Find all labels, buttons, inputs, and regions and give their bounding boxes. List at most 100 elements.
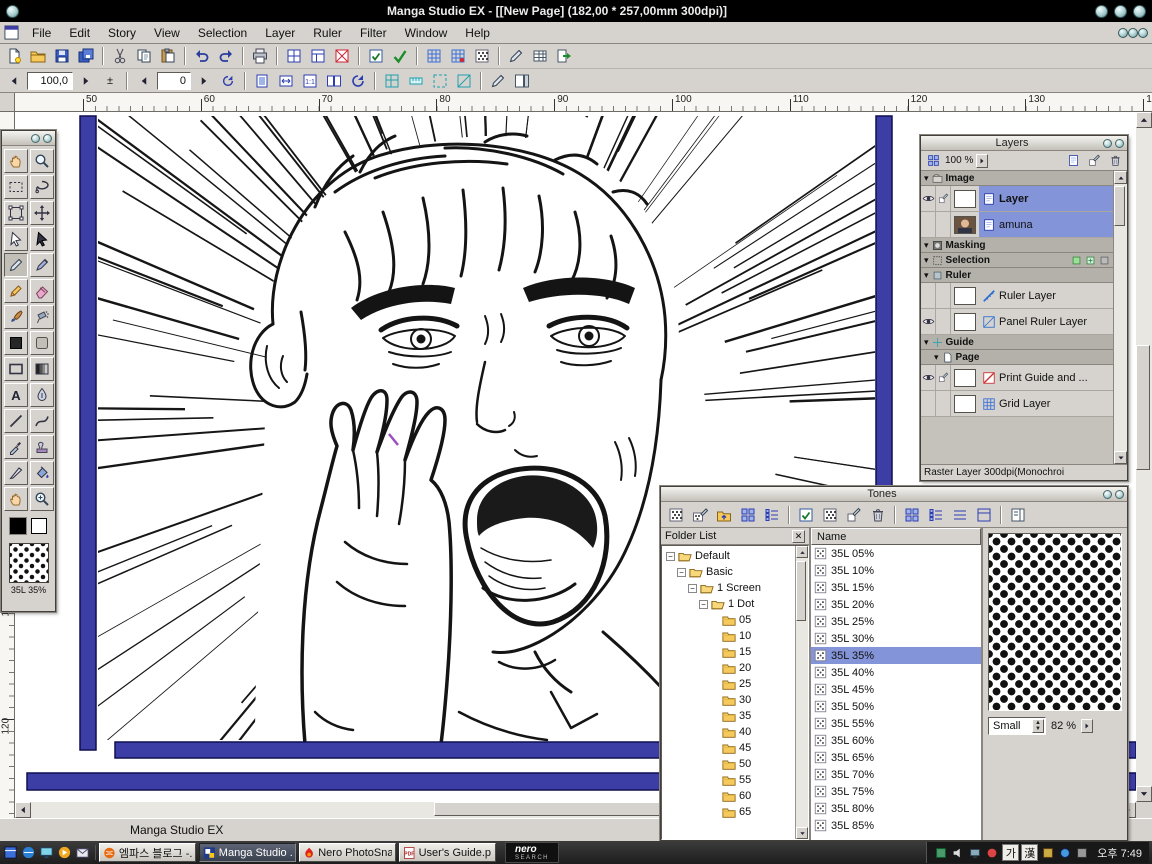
- collapse-arrow-icon[interactable]: ▾: [934, 353, 939, 362]
- tool-cursor-white[interactable]: [4, 227, 28, 251]
- tone-item-35l-25[interactable]: 35L 25%: [811, 613, 981, 630]
- preview-zoom-value[interactable]: 82 %: [1051, 720, 1076, 732]
- tones-view-list-button[interactable]: [761, 504, 783, 526]
- h-scroll-thumb[interactable]: [434, 802, 663, 816]
- tool-tone-dark[interactable]: [4, 331, 28, 355]
- tree-item-1-screen[interactable]: −1 Screen: [664, 580, 795, 596]
- quicklaunch-ql-mail[interactable]: [75, 845, 90, 860]
- tones-palette-titlebar[interactable]: Tones: [661, 487, 1127, 502]
- palette-collapse-icon[interactable]: [1103, 139, 1112, 148]
- background-color-swatch[interactable]: [31, 518, 47, 534]
- layer-thumbnail[interactable]: [954, 190, 976, 208]
- tray-tray-g-icon[interactable]: [1075, 846, 1089, 860]
- tool-magnifier[interactable]: [30, 149, 54, 173]
- tones-tone-swatch-button[interactable]: [819, 504, 841, 526]
- taskbar-button-user-s-guide-p[interactable]: PDFUser's Guide.p...: [399, 843, 496, 862]
- tones-checkbox-button[interactable]: [795, 504, 817, 526]
- tree-item-65[interactable]: 65: [664, 804, 795, 820]
- layer-row-print-guide-and[interactable]: Print Guide and ...: [921, 365, 1113, 391]
- tree-item-1-dot[interactable]: −1 Dot: [664, 596, 795, 612]
- layer-thumbnail[interactable]: [954, 395, 976, 413]
- zoom-in-step-button[interactable]: [75, 70, 97, 92]
- tool-pencil[interactable]: [4, 279, 28, 303]
- layer-opacity-value[interactable]: 100 %: [945, 155, 973, 166]
- menu-selection[interactable]: Selection: [189, 23, 256, 43]
- tone-item-35l-05[interactable]: 35L 05%: [811, 545, 981, 562]
- toolbar-grid-blue-button[interactable]: [423, 45, 445, 67]
- taskbar-button-manga-studio[interactable]: Manga Studio ...: [199, 843, 296, 862]
- tone-item-35l-65[interactable]: 35L 65%: [811, 749, 981, 766]
- tool-hand-alt[interactable]: [4, 487, 28, 511]
- toolbar-snap-grid-button[interactable]: [447, 45, 469, 67]
- tray-tray-b-icon[interactable]: [951, 846, 965, 860]
- tool-eyedrop[interactable]: [4, 435, 28, 459]
- tool-stamp[interactable]: [30, 435, 54, 459]
- edit-layer-button[interactable]: [1085, 152, 1103, 170]
- menu-file[interactable]: File: [23, 23, 60, 43]
- nero-search-widget[interactable]: nero SEARCH: [505, 842, 559, 863]
- child-minimize-icon[interactable]: [1118, 28, 1128, 38]
- window-menu-icon[interactable]: [6, 5, 19, 18]
- layer-row-panel-ruler-layer[interactable]: Panel Ruler Layer: [921, 309, 1113, 335]
- tree-item-60[interactable]: 60: [664, 788, 795, 804]
- tree-item-05[interactable]: 05: [664, 612, 795, 628]
- expander-icon[interactable]: −: [688, 584, 697, 593]
- tones-tone-apply-button[interactable]: [689, 504, 711, 526]
- tool-move[interactable]: [30, 201, 54, 225]
- tree-item-10[interactable]: 10: [664, 628, 795, 644]
- zoom-out-step-button[interactable]: [3, 70, 25, 92]
- menu-story[interactable]: Story: [99, 23, 145, 43]
- tool-curve-tool[interactable]: [30, 409, 54, 433]
- layer-section-selection[interactable]: ▾Selection: [921, 253, 1113, 268]
- layer-thumbnail[interactable]: [954, 369, 976, 387]
- toolbar-undo-button[interactable]: [191, 45, 213, 67]
- toolbar-fit-width-button[interactable]: [275, 70, 297, 92]
- tool-gradient[interactable]: [30, 357, 54, 381]
- tones-vm-1-button[interactable]: [901, 504, 923, 526]
- child-close-icon[interactable]: [1138, 28, 1148, 38]
- layer-thumbnail[interactable]: [954, 287, 976, 305]
- tool-cursor-black[interactable]: [30, 227, 54, 251]
- toolbar-toggle-ruler-button[interactable]: [405, 70, 427, 92]
- layer-name[interactable]: Panel Ruler Layer: [979, 309, 1113, 334]
- tool-knife[interactable]: [4, 461, 28, 485]
- tool-pen[interactable]: [4, 253, 28, 277]
- scroll-up-icon[interactable]: [796, 546, 808, 558]
- toolbar-table-view-button[interactable]: [529, 45, 551, 67]
- layer-section-guide[interactable]: ▾Guide: [921, 335, 1113, 350]
- toolbar-new-page-button[interactable]: [3, 45, 25, 67]
- tool-shape-rect[interactable]: [4, 357, 28, 381]
- layer-row-ruler-layer[interactable]: Ruler Layer: [921, 283, 1113, 309]
- minimize-icon[interactable]: [1095, 5, 1108, 18]
- edit-cell[interactable]: [936, 365, 951, 390]
- tool-pan-hand[interactable]: [4, 149, 28, 173]
- visibility-cell[interactable]: [921, 391, 936, 416]
- tone-list-header[interactable]: Name: [811, 528, 981, 545]
- toolbar-toggle-grid-button[interactable]: [381, 70, 403, 92]
- tool-transform[interactable]: [4, 201, 28, 225]
- layer-thumbnail[interactable]: [954, 216, 976, 234]
- toolbar-panel-red-button[interactable]: [331, 45, 353, 67]
- tone-item-35l-50[interactable]: 35L 50%: [811, 698, 981, 715]
- toolbar-panel-blue-button[interactable]: [283, 45, 305, 67]
- scroll-left-icon[interactable]: [15, 802, 31, 818]
- toolbar-check-green-button[interactable]: [389, 45, 411, 67]
- tray-tray-a-icon[interactable]: [934, 846, 948, 860]
- tray-tray-f-icon[interactable]: [1058, 846, 1072, 860]
- layer-row-layer[interactable]: Layer: [921, 186, 1113, 212]
- collapse-arrow-icon[interactable]: ▾: [924, 338, 929, 347]
- tone-item-35l-75[interactable]: 35L 75%: [811, 783, 981, 800]
- tree-item-default[interactable]: −Default: [664, 548, 795, 564]
- tool-tone-gray[interactable]: [30, 331, 54, 355]
- scroll-down-icon[interactable]: [1136, 786, 1152, 802]
- layers-scroll-thumb[interactable]: [1114, 186, 1125, 226]
- expander-icon[interactable]: −: [699, 600, 708, 609]
- collapse-arrow-icon[interactable]: ▾: [924, 271, 929, 280]
- layer-section-image[interactable]: ▾Image: [921, 171, 1113, 186]
- quicklaunch-ql-ie[interactable]: [21, 845, 36, 860]
- quicklaunch-ql-desktop[interactable]: [39, 845, 54, 860]
- tone-item-35l-35[interactable]: 35L 35%: [811, 647, 981, 664]
- preview-zoom-arrow-icon[interactable]: [1081, 719, 1093, 733]
- taskbar-button-nero-photosna[interactable]: Nero PhotoSna...: [299, 843, 396, 862]
- folder-tree-scrollbar[interactable]: [795, 546, 808, 839]
